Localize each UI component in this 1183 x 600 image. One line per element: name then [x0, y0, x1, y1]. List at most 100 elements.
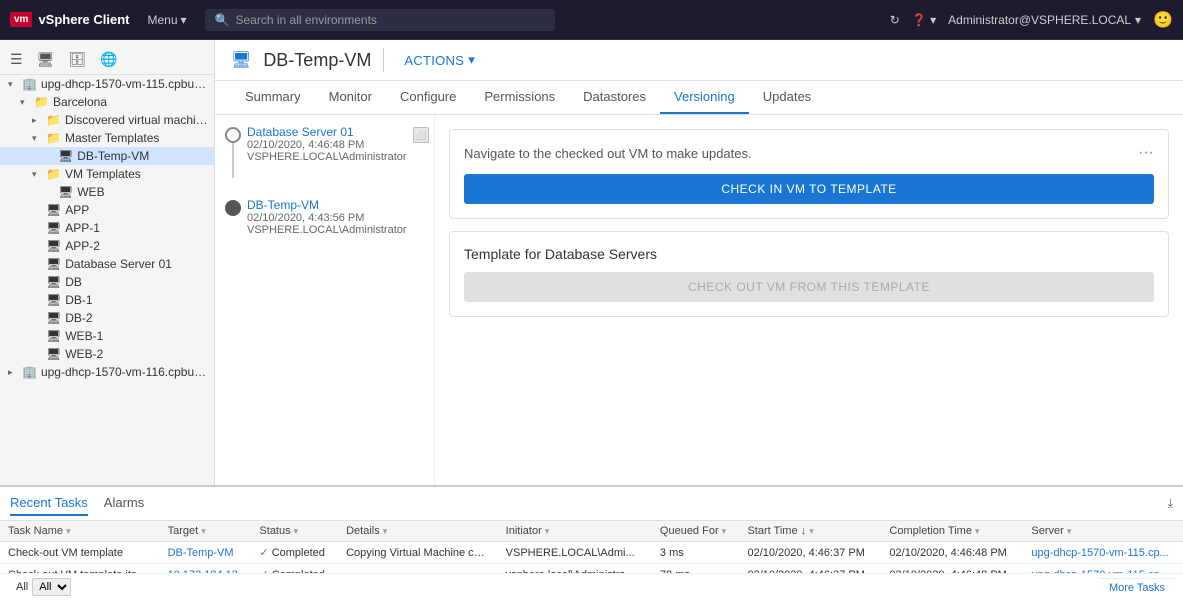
template-icon: 🖥	[58, 149, 73, 163]
monitor-icon[interactable]: 🖥	[35, 49, 57, 70]
refresh-icon[interactable]: ↻	[890, 13, 900, 27]
storage-icon[interactable]: 🗄	[66, 49, 88, 70]
vm-icon: 🖥	[46, 203, 61, 217]
tree-label: APP	[65, 203, 89, 217]
tree-item-upg2[interactable]: ▸ 🏢 upg-dhcp-1570-vm-116.cpbu.lab	[0, 363, 214, 381]
task-server-1[interactable]: upg-dhcp-1570-vm-115.cp...	[1023, 542, 1183, 564]
vm-icon: 🖥	[46, 239, 61, 253]
checkout-card: Template for Database Servers CHECK OUT …	[449, 231, 1169, 317]
tree-item-db-temp-vm[interactable]: 🖥 DB-Temp-VM	[0, 147, 214, 165]
tree-item-discovered[interactable]: ▸ 📁 Discovered virtual machine	[0, 111, 214, 129]
tree-item-db-server01[interactable]: 🖥 Database Server 01	[0, 255, 214, 273]
col-status[interactable]: Status ▾	[251, 521, 338, 542]
server-link-1[interactable]: upg-dhcp-1570-vm-115.cp...	[1031, 547, 1168, 559]
vm-icon: 🖥	[46, 329, 61, 343]
tree-item-web[interactable]: 🖥 WEB	[0, 183, 214, 201]
task-initiator-2: vsphere.local\Administra...	[498, 564, 652, 574]
card-header-1: Navigate to the checked out VM to make u…	[464, 144, 1154, 164]
status-ok-icon: ✓	[259, 547, 271, 559]
bottom-tab-alarms[interactable]: Alarms	[104, 491, 144, 516]
task-target-1[interactable]: DB-Temp-VM	[160, 542, 252, 564]
tree-item-vm-templates[interactable]: ▾ 📁 VM Templates	[0, 165, 214, 183]
search-bar[interactable]: 🔍 Search in all environments	[205, 9, 555, 31]
tree-item-upg1[interactable]: ▾ 🏢 upg-dhcp-1570-vm-115.cpbu.lab	[0, 75, 214, 93]
tree-label: Database Server 01	[65, 257, 172, 271]
tree-item-db[interactable]: 🖥 DB	[0, 273, 214, 291]
bottom-tab-recent-tasks[interactable]: Recent Tasks	[10, 491, 88, 516]
tree-item-app1[interactable]: 🖥 APP-1	[0, 219, 214, 237]
sort-icon: ▾	[722, 526, 727, 536]
versioning-content: Database Server 01 02/10/2020, 4:46:48 P…	[215, 115, 1183, 485]
tree-item-web2[interactable]: 🖥 WEB-2	[0, 345, 214, 363]
tree-item-app2[interactable]: 🖥 APP-2	[0, 237, 214, 255]
tree-item-app[interactable]: 🖥 APP	[0, 201, 214, 219]
tab-configure[interactable]: Configure	[386, 81, 470, 114]
tab-monitor[interactable]: Monitor	[315, 81, 386, 114]
tree-label: APP-1	[65, 221, 100, 235]
col-target[interactable]: Target ▾	[160, 521, 252, 542]
tab-summary[interactable]: Summary	[231, 81, 315, 114]
vm-icon: 🖥	[46, 293, 61, 307]
col-details[interactable]: Details ▾	[338, 521, 498, 542]
chevron-down-icon: ▾	[20, 97, 30, 108]
col-start-time[interactable]: Start Time ↓ ▾	[739, 521, 881, 542]
tree-item-master-templates[interactable]: ▾ 📁 Master Templates	[0, 129, 214, 147]
version-name-1[interactable]: Database Server 01	[247, 125, 407, 139]
checkout-icon-1[interactable]: ⬜	[413, 127, 429, 143]
more-options-icon[interactable]: ···	[1138, 144, 1154, 162]
card-text-1: Navigate to the checked out VM to make u…	[464, 144, 752, 164]
tree-label: Discovered virtual machine	[65, 113, 208, 127]
tab-versioning[interactable]: Versioning	[660, 81, 749, 114]
tree-label: VM Templates	[65, 167, 141, 181]
checkin-card: Navigate to the checked out VM to make u…	[449, 129, 1169, 219]
filter-select-area: All All	[8, 576, 79, 598]
tree-item-web1[interactable]: 🖥 WEB-1	[0, 327, 214, 345]
checkin-button[interactable]: CHECK IN VM TO TEMPLATE	[464, 174, 1154, 204]
navbar-right: ↻ ❓ ▾ Administrator@VSPHERE.LOCAL ▾ 🙂	[890, 10, 1173, 30]
more-tasks-link[interactable]: More Tasks	[1099, 578, 1175, 597]
chevron-down-icon: ▾	[32, 169, 42, 180]
header-divider	[383, 48, 384, 72]
table-row: Check-out VM template DB-Temp-VM ✓ Compl…	[0, 542, 1183, 564]
actions-button[interactable]: ACTIONS ▾	[396, 48, 483, 72]
tree-item-db1[interactable]: 🖥 DB-1	[0, 291, 214, 309]
target-link-1[interactable]: DB-Temp-VM	[168, 547, 234, 559]
chevron-right-icon: ▸	[32, 115, 42, 126]
tree-label: DB-1	[65, 293, 92, 307]
vm-icon: 🖥	[46, 347, 61, 361]
sidebar-icon-bar: ☰ 🖥 🗄 🌐	[0, 45, 214, 75]
navbar: vm vSphere Client Menu ▾ 🔍 Search in all…	[0, 0, 1183, 40]
col-initiator[interactable]: Initiator ▾	[498, 521, 652, 542]
menu-button[interactable]: Menu ▾	[139, 9, 194, 31]
tree-label: DB-2	[65, 311, 92, 325]
version-node-1[interactable]	[225, 127, 241, 143]
checkout-button: CHECK OUT VM FROM THIS TEMPLATE	[464, 272, 1154, 302]
version-user-2: VSPHERE.LOCAL\Administrator	[247, 224, 424, 236]
col-completion[interactable]: Completion Time ▾	[881, 521, 1023, 542]
version-timeline: Database Server 01 02/10/2020, 4:46:48 P…	[215, 115, 435, 485]
network-icon[interactable]: 🌐	[98, 49, 119, 70]
tree-item-db2[interactable]: 🖥 DB-2	[0, 309, 214, 327]
list-view-icon[interactable]: ☰	[8, 49, 25, 70]
datacenter-icon: 🏢	[22, 77, 37, 91]
version-name-2[interactable]: DB-Temp-VM	[247, 198, 424, 212]
user-menu[interactable]: Administrator@VSPHERE.LOCAL ▾	[948, 13, 1141, 27]
col-server[interactable]: Server ▾	[1023, 521, 1183, 542]
col-queued[interactable]: Queued For ▾	[652, 521, 740, 542]
tabs-bar: Summary Monitor Configure Permissions Da…	[215, 81, 1183, 115]
tab-permissions[interactable]: Permissions	[470, 81, 569, 114]
collapse-icon[interactable]: ⤓	[1168, 496, 1173, 511]
task-target-2[interactable]: 10.173.184.12	[160, 564, 252, 574]
vm-icon: 🖥	[46, 311, 61, 325]
tab-datastores[interactable]: Datastores	[569, 81, 660, 114]
tab-updates[interactable]: Updates	[749, 81, 825, 114]
tree-item-barcelona[interactable]: ▾ 📁 Barcelona	[0, 93, 214, 111]
task-server-2[interactable]: upg-dhcp-1570-vm-115.cp...	[1023, 564, 1183, 574]
feedback-icon[interactable]: 🙂	[1153, 10, 1173, 30]
all-select[interactable]: All	[32, 578, 71, 596]
version-node-2[interactable]	[225, 200, 241, 216]
col-task-name[interactable]: Task Name ▾	[0, 521, 160, 542]
folder-icon: 📁	[46, 113, 61, 127]
help-button[interactable]: ❓ ▾	[912, 13, 936, 27]
task-table: Task Name ▾ Target ▾ Status ▾ Details ▾ …	[0, 521, 1183, 573]
